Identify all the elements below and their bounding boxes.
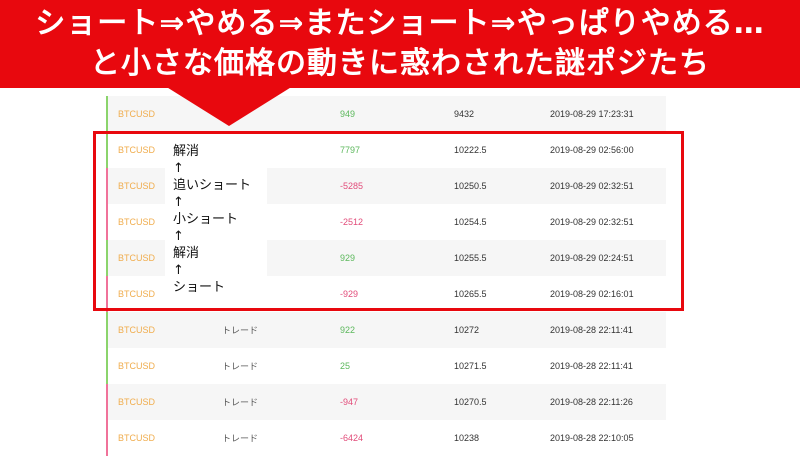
side-indicator xyxy=(106,312,108,348)
symbol-cell: BTCUSD xyxy=(118,109,156,119)
type-cell: トレード xyxy=(222,361,259,372)
quantity-cell: -6424 xyxy=(340,433,364,443)
type-cell: トレード xyxy=(222,325,259,336)
symbol-cell: BTCUSD xyxy=(118,325,156,335)
type-cell: トレード xyxy=(222,397,259,408)
price-cell: 10270.5 xyxy=(454,397,487,407)
quantity-cell: -947 xyxy=(340,397,359,407)
table-row[interactable]: BTCUSD トレード -6424 10238 2019-08-28 22:10… xyxy=(106,420,666,456)
type-cell: トレード xyxy=(222,433,259,444)
side-indicator xyxy=(106,348,108,384)
symbol-cell: BTCUSD xyxy=(118,361,156,371)
table-row[interactable]: BTCUSD トレード -947 10270.5 2019-08-28 22:1… xyxy=(106,384,666,420)
time-cell: 2019-08-28 22:10:05 xyxy=(550,433,634,443)
quantity-cell: 25 xyxy=(340,361,351,371)
callout-banner: ショート⇒やめる⇒またショート⇒やっぱりやめる… と小さな価格の動きに惑わされた… xyxy=(0,0,800,88)
symbol-cell: BTCUSD xyxy=(118,397,156,407)
time-cell: 2019-08-28 22:11:41 xyxy=(550,361,633,371)
side-indicator xyxy=(106,420,108,456)
table-row[interactable]: BTCUSD トレード 922 10272 2019-08-28 22:11:4… xyxy=(106,312,666,348)
price-cell: 10272 xyxy=(454,325,480,335)
table-row[interactable]: BTCUSD トレード 25 10271.5 2019-08-28 22:11:… xyxy=(106,348,666,384)
time-cell: 2019-08-29 17:23:31 xyxy=(550,109,634,119)
callout-pointer xyxy=(165,86,293,126)
symbol-cell: BTCUSD xyxy=(118,433,156,443)
highlight-box xyxy=(93,131,684,311)
price-cell: 10271.5 xyxy=(454,361,487,371)
price-cell: 9432 xyxy=(454,109,475,119)
time-cell: 2019-08-28 22:11:26 xyxy=(550,397,633,407)
callout-line-1: ショート⇒やめる⇒またショート⇒やっぱりやめる… xyxy=(35,6,765,41)
quantity-cell: 922 xyxy=(340,325,356,335)
side-indicator xyxy=(106,384,108,420)
time-cell: 2019-08-28 22:11:41 xyxy=(550,325,633,335)
price-cell: 10238 xyxy=(454,433,480,443)
quantity-cell: 949 xyxy=(340,109,356,119)
side-indicator xyxy=(106,96,108,132)
callout-line-2: と小さな価格の動きに惑わされた謎ポジたち xyxy=(90,46,710,81)
